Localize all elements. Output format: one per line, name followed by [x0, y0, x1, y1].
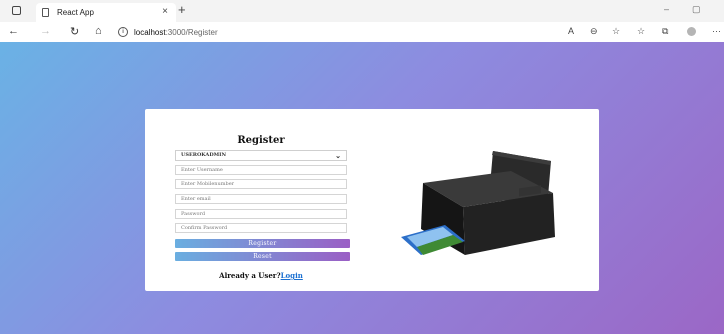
home-icon[interactable]: ⌂	[95, 25, 102, 37]
page-background: Register USEROKADMIN ⌄ Enter Username En…	[0, 42, 724, 334]
minimize-icon[interactable]: –	[664, 4, 669, 14]
page-title: Register	[237, 135, 285, 146]
avatar[interactable]	[687, 27, 696, 36]
tab-react-app[interactable]: React App ×	[36, 3, 176, 22]
close-icon[interactable]: ×	[162, 6, 168, 17]
username-input[interactable]: Enter Username	[175, 165, 347, 175]
confirm-password-input[interactable]: Confirm Password	[175, 223, 347, 233]
forward-icon[interactable]: →	[40, 25, 51, 37]
role-select-value: USEROKADMIN	[181, 152, 227, 158]
tab-actions-icon[interactable]	[12, 6, 21, 15]
refresh-icon[interactable]: ↻	[70, 25, 79, 38]
reset-button[interactable]: Reset	[175, 252, 350, 261]
chevron-down-icon: ⌄	[335, 151, 341, 160]
more-icon[interactable]: ···	[712, 26, 721, 36]
url-path: :3000/Register	[165, 27, 218, 37]
url-host: localhost	[134, 27, 166, 37]
page-icon	[42, 8, 49, 17]
password-input[interactable]: Password	[175, 209, 347, 219]
zoom-icon[interactable]: ⊖	[590, 26, 598, 37]
back-icon[interactable]: ←	[8, 25, 19, 37]
printer-image	[401, 151, 555, 255]
login-prompt: Already a User?Login	[145, 271, 377, 280]
browser-tab-bar: React App × + – ▢	[0, 0, 724, 22]
url-field[interactable]: i localhost:3000/Register	[118, 24, 578, 40]
favorites-icon[interactable]: ☆	[612, 26, 620, 37]
favorites-list-icon[interactable]: ☆	[637, 26, 645, 37]
email-input[interactable]: Enter email	[175, 194, 347, 204]
collections-icon[interactable]: ⧉	[662, 26, 668, 37]
info-icon[interactable]: i	[118, 27, 128, 37]
new-tab-button[interactable]: +	[178, 2, 186, 17]
read-aloud-icon[interactable]: A	[568, 26, 574, 36]
address-bar: ← → ↻ ⌂ i localhost:3000/Register A ⊖ ☆ …	[0, 22, 724, 43]
already-user-text: Already a User?	[219, 271, 281, 280]
register-button[interactable]: Register	[175, 239, 350, 248]
maximize-icon[interactable]: ▢	[692, 4, 701, 15]
login-link[interactable]: Login	[281, 271, 303, 280]
register-card: Register USEROKADMIN ⌄ Enter Username En…	[145, 109, 599, 291]
tab-title: React App	[57, 8, 94, 17]
mobile-input[interactable]: Enter Mobilenumber	[175, 179, 347, 189]
role-select[interactable]: USEROKADMIN ⌄	[175, 150, 347, 161]
